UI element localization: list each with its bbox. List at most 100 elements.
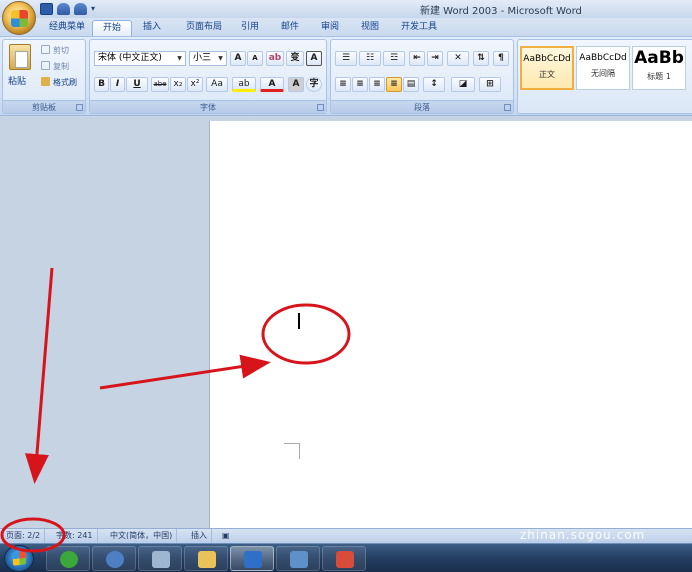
office-logo-icon xyxy=(11,10,28,27)
style-heading-1[interactable]: AaBb 标题 1 xyxy=(632,46,686,90)
shading-button[interactable]: ◪ xyxy=(451,77,475,92)
word-icon xyxy=(244,551,262,568)
font-size-select[interactable]: 小三 ▼ xyxy=(189,51,227,66)
taskbar-notes[interactable] xyxy=(138,546,182,571)
customize-icon[interactable]: ▾ xyxy=(91,3,98,15)
decrease-indent-button[interactable]: ⇤ xyxy=(409,51,425,66)
paragraph-group-label: 段落 xyxy=(331,100,513,113)
chinese-layout-icon: ✕ xyxy=(454,53,462,63)
document-page[interactable] xyxy=(209,121,692,528)
line-spacing-icon: ↕ xyxy=(430,79,438,89)
copy-button[interactable]: 复制 xyxy=(41,61,69,72)
chevron-down-icon: ▼ xyxy=(218,55,223,62)
tab-classic-menu[interactable]: 经典菜单 xyxy=(42,20,92,36)
numbered-list-icon: ☷ xyxy=(365,53,375,63)
shrink-font-button[interactable]: A xyxy=(247,51,263,66)
windows-logo-icon xyxy=(13,551,26,566)
style-normal[interactable]: AaBbCcDd 正文 xyxy=(520,46,574,90)
underline-button[interactable]: U xyxy=(126,77,148,92)
clipboard-group: 粘贴 剪切 复制 格式刷 剪贴板 xyxy=(2,39,86,114)
superscript-button[interactable]: x² xyxy=(187,77,203,92)
italic-button[interactable]: I xyxy=(110,77,125,92)
character-border-button[interactable]: A xyxy=(306,51,322,66)
start-button[interactable] xyxy=(4,545,34,572)
tab-view[interactable]: 视图 xyxy=(354,20,386,36)
multilevel-list-button[interactable]: ☲ xyxy=(383,51,405,66)
font-color-button[interactable]: A xyxy=(260,77,284,92)
quick-access-toolbar: ▾ xyxy=(40,2,98,16)
save-icon[interactable] xyxy=(40,3,53,15)
taskbar-app[interactable] xyxy=(322,546,366,571)
office-button[interactable] xyxy=(2,1,36,35)
bullet-list-icon: ☰ xyxy=(341,53,351,63)
bullets-button[interactable]: ☰ xyxy=(335,51,357,66)
enclose-characters-button[interactable]: 字 xyxy=(306,77,322,92)
bold-button[interactable]: B xyxy=(94,77,109,92)
phonetic-guide-button[interactable]: 变 xyxy=(286,51,304,66)
paste-icon[interactable] xyxy=(9,44,31,70)
character-shading-button[interactable]: A xyxy=(288,77,304,92)
styles-group: AaBbCcDd 正文 AaBbCcDd 无间隔 AaBb 标题 1 xyxy=(517,39,692,114)
chinese-layout-button[interactable]: ✕ xyxy=(447,51,469,66)
align-left-icon: ≡ xyxy=(339,79,347,89)
taskbar-explorer[interactable] xyxy=(184,546,228,571)
sort-button[interactable]: ⇅ xyxy=(473,51,489,66)
taskbar-word[interactable] xyxy=(230,546,274,571)
font-name-select[interactable]: 宋体 (中文正文) ▼ xyxy=(94,51,186,66)
align-right-icon: ≡ xyxy=(373,79,381,89)
increase-indent-button[interactable]: ⇥ xyxy=(427,51,443,66)
tab-review[interactable]: 审阅 xyxy=(314,20,346,36)
tab-insert[interactable]: 插入 xyxy=(136,20,168,36)
borders-button[interactable]: ⊞ xyxy=(479,77,501,92)
scissors-icon xyxy=(41,45,50,54)
strikethrough-button[interactable]: abe xyxy=(151,77,169,92)
taskbar-screenshot[interactable] xyxy=(276,546,320,571)
style-no-spacing[interactable]: AaBbCcDd 无间隔 xyxy=(576,46,630,90)
taskbar-media-player[interactable] xyxy=(92,546,136,571)
document-area[interactable] xyxy=(0,117,692,528)
paintbrush-icon xyxy=(41,77,50,86)
font-launcher-icon[interactable] xyxy=(317,104,324,111)
cut-button[interactable]: 剪切 xyxy=(41,45,69,56)
tab-home[interactable]: 开始 xyxy=(92,20,132,36)
redo-icon[interactable] xyxy=(74,3,87,15)
page-count[interactable]: 页面: 2/2 xyxy=(2,529,46,543)
pilcrow-icon: ¶ xyxy=(498,53,504,63)
paste-button[interactable]: 粘贴 xyxy=(8,74,26,87)
justify-icon: ≡ xyxy=(390,79,398,89)
tab-page-layout[interactable]: 页面布局 xyxy=(178,20,230,36)
font-group-label: 字体 xyxy=(90,100,326,113)
word-count[interactable]: 字数: 241 xyxy=(52,529,98,543)
numbering-button[interactable]: ☷ xyxy=(359,51,381,66)
taskbar xyxy=(0,543,692,572)
macro-record-icon[interactable]: ▣ xyxy=(218,529,234,543)
align-right-button[interactable]: ≡ xyxy=(369,77,385,92)
subscript-button[interactable]: x₂ xyxy=(170,77,186,92)
align-left-button[interactable]: ≡ xyxy=(335,77,351,92)
font-group: 宋体 (中文正文) ▼ 小三 ▼ A A ab 变 A B I U abe x₂ x… xyxy=(89,39,327,114)
highlight-button[interactable]: ab xyxy=(232,77,256,92)
copy-icon xyxy=(41,61,50,70)
tab-mailings[interactable]: 邮件 xyxy=(274,20,306,36)
borders-icon: ⊞ xyxy=(486,79,494,89)
language-indicator[interactable]: 中文(简体，中国) xyxy=(106,529,178,543)
line-spacing-button[interactable]: ↕ xyxy=(423,77,445,92)
align-center-button[interactable]: ≡ xyxy=(352,77,368,92)
clear-format-button[interactable]: ab xyxy=(266,51,284,66)
taskbar-ie[interactable] xyxy=(46,546,90,571)
margin-corner-mark xyxy=(284,443,300,459)
paragraph-launcher-icon[interactable] xyxy=(504,104,511,111)
grow-font-button[interactable]: A xyxy=(230,51,246,66)
chevron-down-icon: ▼ xyxy=(177,55,182,62)
paint-bucket-icon: ◪ xyxy=(458,79,468,89)
show-marks-button[interactable]: ¶ xyxy=(493,51,509,66)
insert-mode[interactable]: 插入 xyxy=(187,529,212,543)
undo-icon[interactable] xyxy=(57,3,70,15)
justify-button[interactable]: ≡ xyxy=(386,77,402,92)
tab-developer[interactable]: 开发工具 xyxy=(394,20,444,36)
tab-references[interactable]: 引用 xyxy=(234,20,266,36)
change-case-button[interactable]: Aa xyxy=(206,77,228,92)
distributed-button[interactable]: ▤ xyxy=(403,77,419,92)
clipboard-launcher-icon[interactable] xyxy=(76,104,83,111)
format-painter-button[interactable]: 格式刷 xyxy=(41,77,77,88)
